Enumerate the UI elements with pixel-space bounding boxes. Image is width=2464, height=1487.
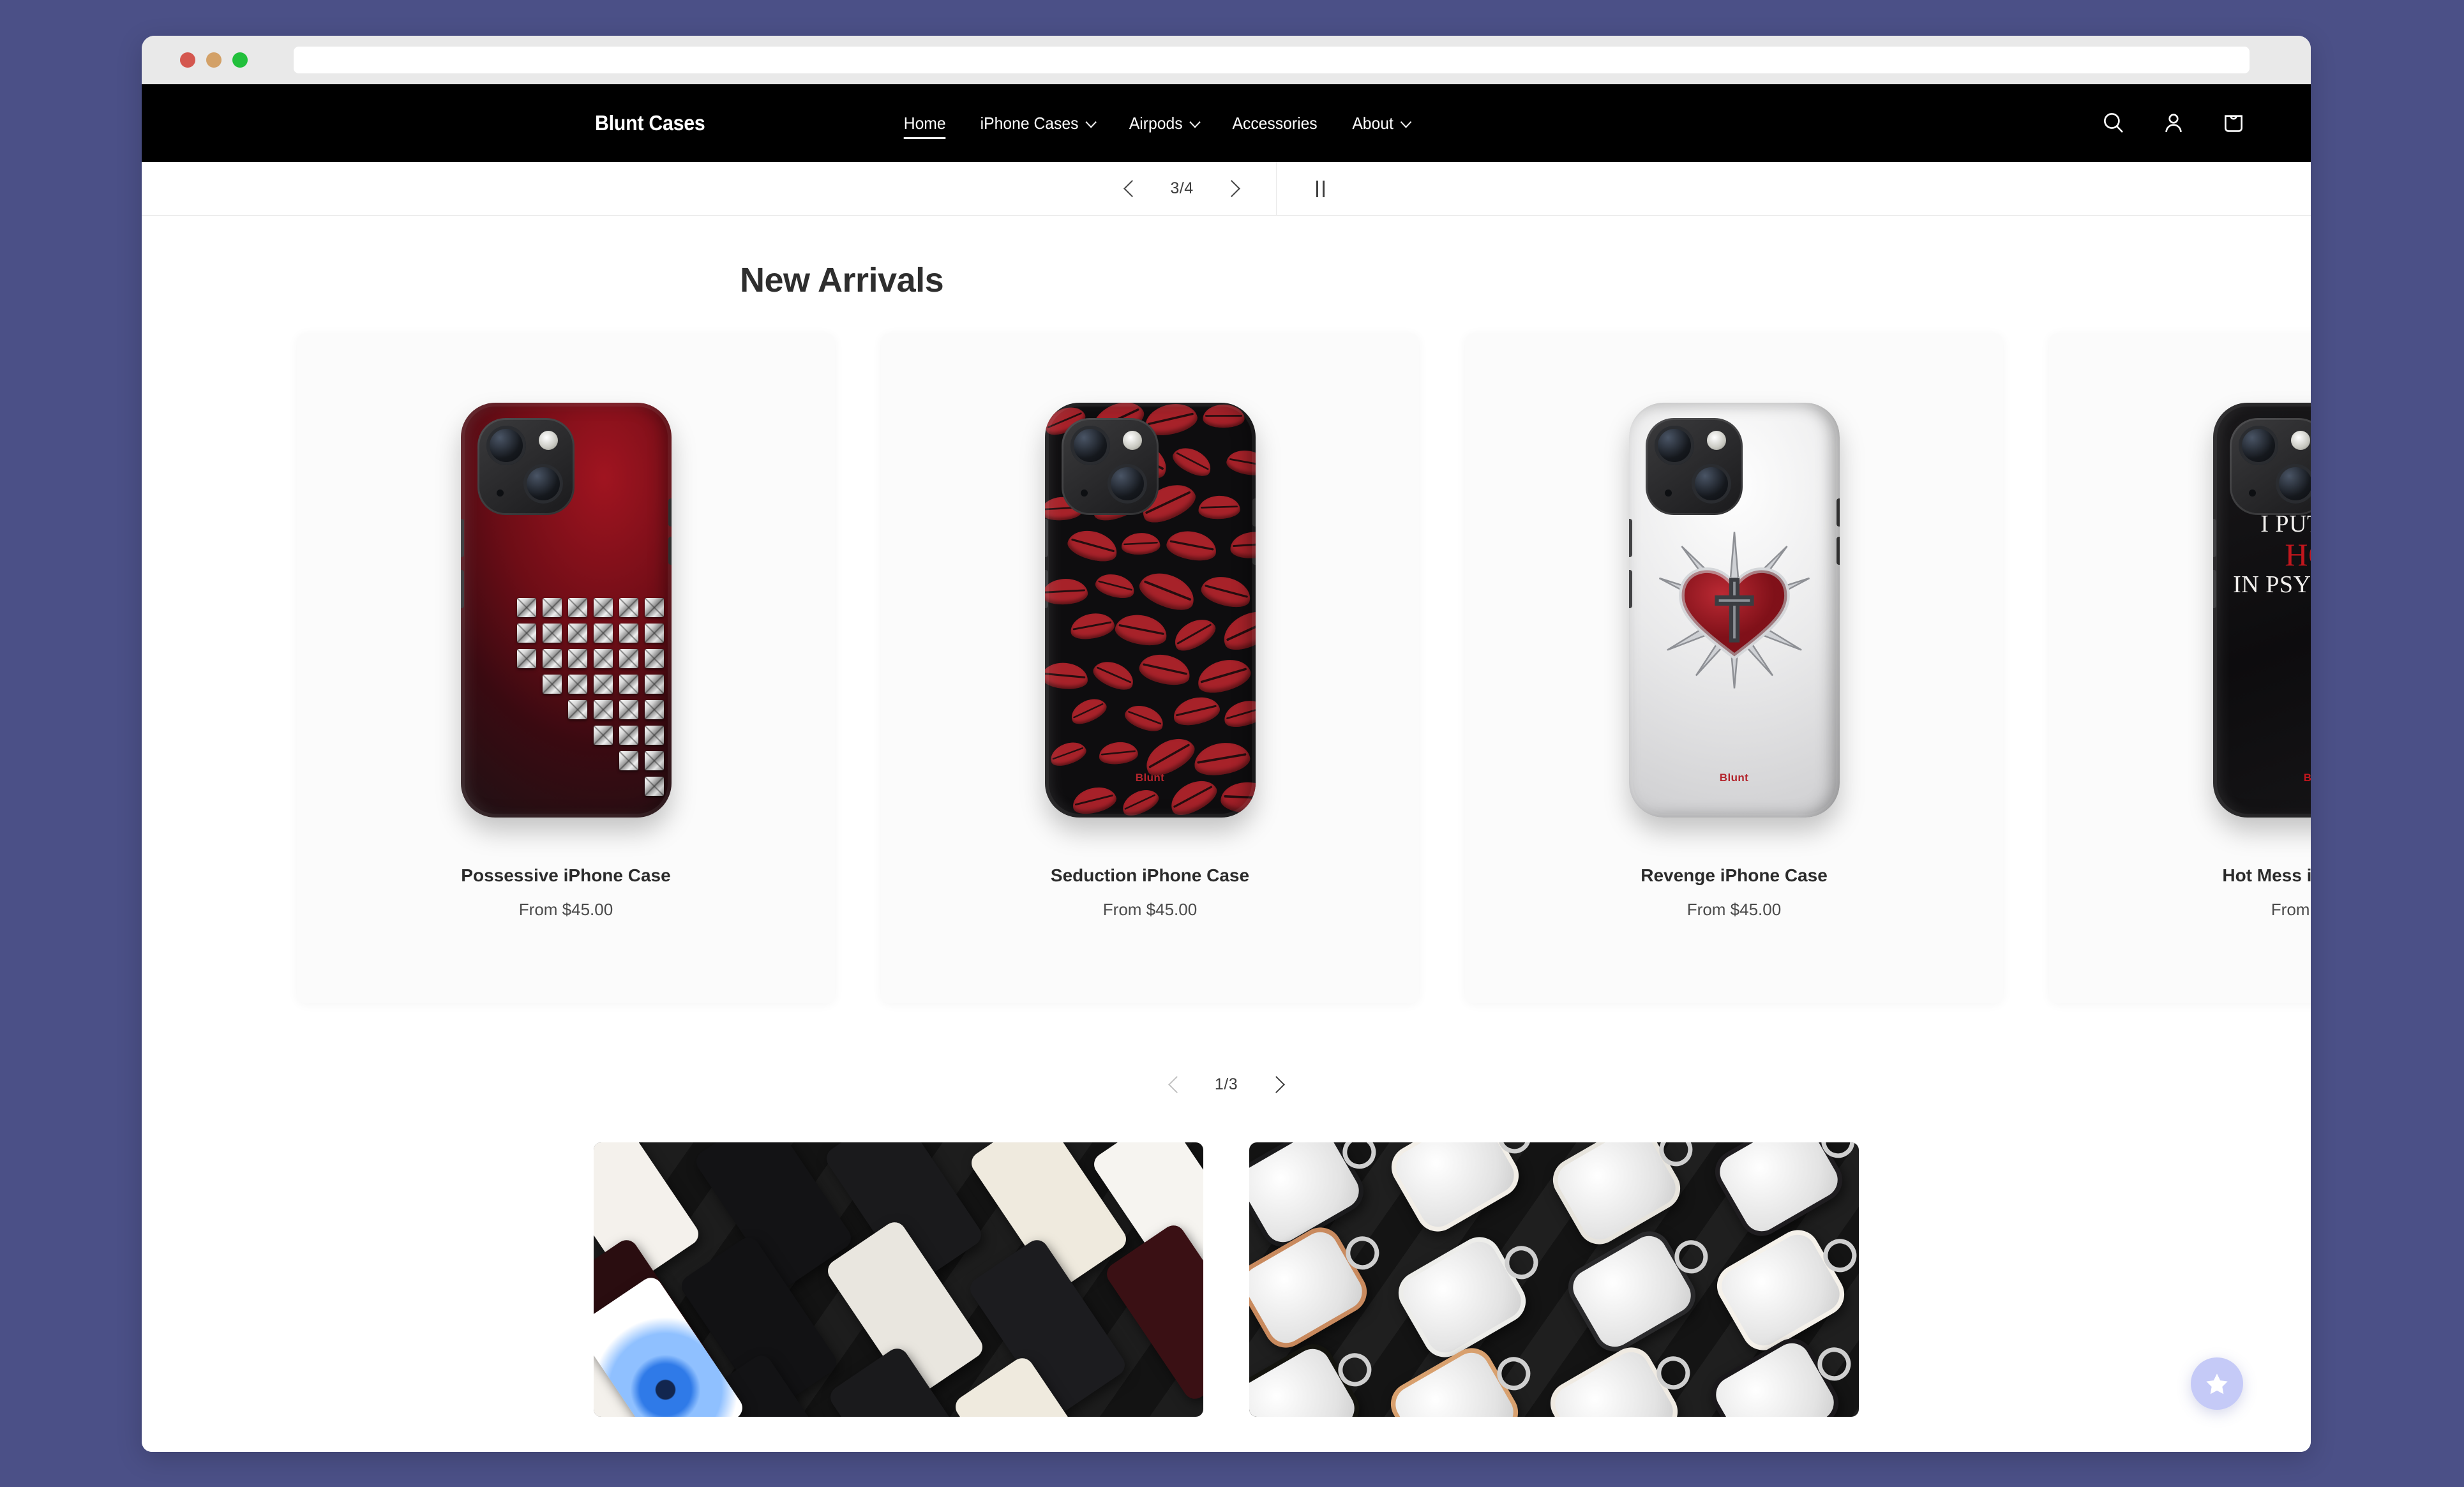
- carousel-pagination: 1/3: [142, 1062, 2311, 1107]
- slogan-line-2: HOT: [2285, 537, 2311, 573]
- chevron-down-icon: [1189, 116, 1201, 128]
- product-card[interactable]: Blunt Revenge iPhone Case From $45.00: [1465, 333, 2003, 1003]
- case-brand-mark: Blunt: [1719, 772, 1749, 784]
- case-slogan: I PUT THE HOT IN PSYCHOTIC: [2213, 511, 2311, 598]
- chevron-right-icon: [1223, 180, 1240, 197]
- announcement-slider-controls: 3/4: [1110, 167, 1254, 211]
- airpods-case-thumb: [1390, 1229, 1544, 1366]
- airpods-case-thumb: [1560, 1223, 1715, 1359]
- airpods-case-thumb: [1383, 1142, 1537, 1240]
- reviews-star-badge[interactable]: [2191, 1357, 2243, 1410]
- account-icon[interactable]: [2160, 110, 2187, 137]
- site-header: Blunt Cases Home iPhone Cases Airpods Ac…: [142, 84, 2311, 162]
- camera-module: [1061, 418, 1159, 515]
- announcement-prev-button[interactable]: [1110, 167, 1155, 211]
- product-card[interactable]: Possessive iPhone Case From $45.00: [297, 333, 835, 1003]
- url-input[interactable]: [294, 47, 2250, 73]
- main-navigation: Home iPhone Cases Airpods Accessories Ab…: [887, 107, 1425, 140]
- cart-icon[interactable]: [2220, 110, 2247, 137]
- product-image: Blunt: [881, 355, 1419, 865]
- header-actions: [2100, 110, 2247, 137]
- nav-label: About: [1351, 113, 1394, 133]
- carousel-prev-button[interactable]: [1154, 1062, 1199, 1107]
- product-price: From $45.00: [518, 900, 613, 919]
- product-card[interactable]: Blunt Seduction iPhone Case From $45.00: [881, 333, 1419, 1003]
- announcement-pause-button[interactable]: [1298, 167, 1343, 211]
- product-title[interactable]: Seduction iPhone Case: [1051, 865, 1249, 886]
- chevron-down-icon: [1400, 116, 1411, 128]
- camera-module: [1645, 418, 1743, 515]
- search-icon[interactable]: [2100, 110, 2127, 137]
- product-title[interactable]: Hot Mess iPhone Case: [2222, 865, 2311, 886]
- close-window-button[interactable]: [180, 52, 195, 68]
- page-title: New Arrivals: [740, 261, 944, 299]
- stud-pattern: [472, 566, 664, 796]
- nav-item-airpods[interactable]: Airpods: [1115, 107, 1212, 140]
- nav-item-home[interactable]: Home: [889, 107, 960, 140]
- case-brand-mark: Blunt: [2303, 772, 2311, 784]
- announcement-next-button[interactable]: [1210, 167, 1254, 211]
- product-carousel[interactable]: Possessive iPhone Case From $45.00 Blunt: [142, 333, 2311, 1003]
- nav-item-iphone-cases[interactable]: iPhone Cases: [966, 107, 1108, 140]
- maximize-window-button[interactable]: [232, 52, 248, 68]
- phone-case-art-hotmess: I PUT THE HOT IN PSYCHOTIC Blunt: [2212, 403, 2311, 818]
- product-image: I PUT THE HOT IN PSYCHOTIC Blunt: [2049, 355, 2311, 865]
- minimize-window-button[interactable]: [206, 52, 222, 68]
- nav-label: Airpods: [1129, 113, 1183, 133]
- browser-chrome: [142, 36, 2311, 84]
- announcement-bar: 3/4: [142, 161, 2311, 216]
- slogan-line-3-a: IN PSYC: [2233, 571, 2311, 599]
- product-price: From $45.00: [1686, 900, 1782, 919]
- airpods-case-thumb: [1709, 1222, 1859, 1358]
- product-title[interactable]: Revenge iPhone Case: [1641, 865, 1828, 886]
- nav-label: Home: [903, 113, 946, 139]
- nav-label: iPhone Cases: [980, 113, 1079, 133]
- nav-label: Accessories: [1232, 113, 1318, 133]
- case-brand-mark: Blunt: [1135, 772, 1165, 784]
- carousel-next-button[interactable]: [1254, 1062, 1298, 1107]
- star-icon: [2206, 1373, 2228, 1394]
- window-traffic-lights: [180, 52, 248, 68]
- nav-item-about[interactable]: About: [1337, 107, 1423, 140]
- product-card[interactable]: I PUT THE HOT IN PSYCHOTIC Blunt: [2049, 333, 2311, 1003]
- collection-tile-iphone-cases[interactable]: [594, 1142, 1203, 1417]
- phone-case-art-seduction: Blunt: [1044, 403, 1256, 818]
- carousel-counter: 1/3: [1214, 1075, 1238, 1093]
- chevron-right-icon: [1267, 1075, 1285, 1093]
- collection-tiles: [142, 1142, 2311, 1417]
- product-title[interactable]: Possessive iPhone Case: [461, 865, 670, 886]
- product-price: From $45.00: [1102, 900, 1198, 919]
- browser-window: Blunt Cases Home iPhone Cases Airpods Ac…: [142, 36, 2311, 1452]
- phone-case-art-revenge: Blunt: [1628, 403, 1840, 818]
- chevron-left-icon: [1123, 180, 1141, 197]
- collection-tile-airpods-cases[interactable]: [1249, 1142, 1859, 1417]
- chevron-down-icon: [1085, 116, 1097, 128]
- camera-module: [477, 418, 575, 515]
- phone-case-art-possessive: [460, 403, 672, 818]
- site-logo[interactable]: Blunt Cases: [595, 111, 705, 135]
- product-price: From $45.00: [2271, 900, 2311, 919]
- airpods-case-thumb: [1249, 1336, 1378, 1417]
- camera-module: [2229, 418, 2311, 515]
- pause-icon: [1316, 180, 1325, 197]
- slogan-line-1: I PUT THE: [2260, 511, 2311, 537]
- page-viewport: Blunt Cases Home iPhone Cases Airpods Ac…: [142, 84, 2311, 1452]
- announcement-counter: 3/4: [1170, 179, 1194, 197]
- product-image: Blunt: [1465, 355, 2003, 865]
- airpods-case-thumb: [1707, 1142, 1859, 1244]
- product-image: [297, 355, 835, 865]
- chevron-left-icon: [1168, 1075, 1185, 1093]
- spiked-heart-graphic: [1655, 530, 1814, 693]
- airpods-case-thumb: [1545, 1142, 1699, 1252]
- nav-item-accessories[interactable]: Accessories: [1218, 107, 1332, 140]
- slogan-line-3: IN PSYCHOTIC: [2213, 572, 2311, 598]
- divider: [1275, 161, 1277, 216]
